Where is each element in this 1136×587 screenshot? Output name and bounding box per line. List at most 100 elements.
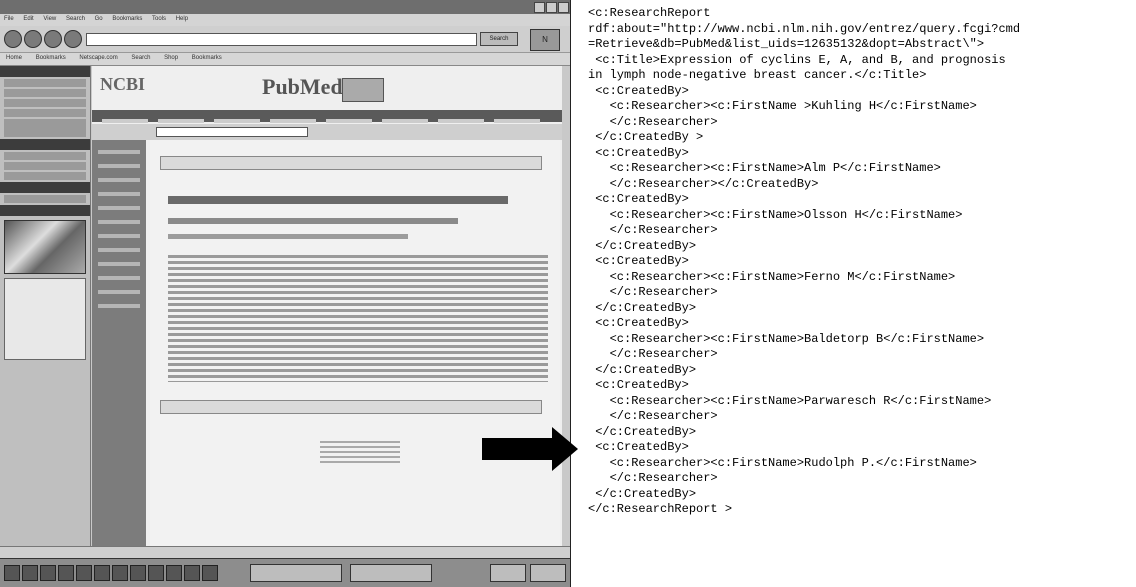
bookmark-item[interactable]: Shop [164, 55, 178, 61]
nav-link[interactable] [326, 119, 372, 123]
menu-item[interactable]: Edit [23, 16, 33, 22]
window-titlebar [0, 0, 570, 14]
nav-link[interactable] [98, 150, 140, 154]
nav-link[interactable] [98, 248, 140, 252]
close-icon[interactable] [558, 2, 569, 13]
stop-icon[interactable] [64, 30, 82, 48]
sidebar-item[interactable] [4, 99, 86, 107]
taskbar-icon[interactable] [184, 565, 200, 581]
nav-link[interactable] [98, 220, 140, 224]
nav-link[interactable] [102, 119, 148, 123]
menu-item[interactable]: Tools [152, 16, 166, 22]
forward-icon[interactable] [24, 30, 42, 48]
xml-line: </c:Researcher> [588, 347, 718, 361]
xml-line: <c:Title>Expression of cyclins E, A, and… [588, 52, 1006, 67]
nav-link[interactable] [214, 119, 260, 123]
menu-item[interactable]: Go [95, 16, 103, 22]
xml-line: <c:CreatedBy> [588, 440, 689, 454]
bookmark-item[interactable]: Bookmarks [36, 55, 66, 61]
navigation-toolbar: Search N [0, 26, 570, 53]
xml-line: </c:CreatedBy> [588, 362, 697, 377]
page-footer [320, 438, 400, 464]
nav-link[interactable] [98, 206, 140, 210]
taskbar-window-button[interactable] [250, 564, 342, 582]
minimize-icon[interactable] [534, 2, 545, 13]
menu-item[interactable]: Bookmarks [112, 16, 142, 22]
taskbar-icon[interactable] [166, 565, 182, 581]
pubmed-nav-strip [92, 110, 562, 123]
xml-line: <c:CreatedBy> [588, 145, 689, 160]
sidebar-header [0, 139, 90, 150]
sidebar-item[interactable] [4, 162, 86, 170]
xml-line: <c:CreatedBy> [588, 316, 689, 330]
article-authors[interactable] [168, 218, 458, 224]
bookmark-item[interactable]: Home [6, 55, 22, 61]
nav-link[interactable] [98, 290, 140, 294]
taskbar-icon[interactable] [112, 565, 128, 581]
sidebar-item[interactable] [4, 109, 86, 117]
taskbar-icon[interactable] [22, 565, 38, 581]
nav-link[interactable] [98, 262, 140, 266]
display-options-bar-bottom[interactable] [160, 400, 542, 414]
xml-line: <c:Researcher><c:FirstName>Ferno M</c:Fi… [588, 269, 956, 284]
nav-link[interactable] [98, 234, 140, 238]
start-icon[interactable] [4, 565, 20, 581]
nav-link[interactable] [494, 119, 540, 123]
sidebar-image [4, 220, 86, 274]
xml-line: </c:CreatedBy> [588, 424, 697, 439]
sidebar-item[interactable] [4, 172, 86, 180]
maximize-icon[interactable] [546, 2, 557, 13]
xml-line: rdf:about="http://www.ncbi.nlm.nih.gov/e… [588, 21, 1021, 36]
sidebar-item[interactable] [4, 79, 86, 87]
bookmark-item[interactable]: Bookmarks [192, 55, 222, 61]
nav-link[interactable] [98, 304, 140, 308]
nav-link[interactable] [98, 192, 140, 196]
nav-link[interactable] [382, 119, 428, 123]
reload-icon[interactable] [44, 30, 62, 48]
xml-line: </c:Researcher> [588, 223, 718, 237]
menu-bar: File Edit View Search Go Bookmarks Tools… [0, 14, 570, 26]
pubmed-search-input[interactable] [156, 127, 308, 137]
bookmark-item[interactable]: Search [131, 55, 150, 61]
taskbar-icon[interactable] [94, 565, 110, 581]
national-library-logo [342, 78, 384, 102]
sidebar-item[interactable] [4, 152, 86, 160]
nav-link[interactable] [98, 178, 140, 182]
search-button[interactable]: Search [480, 32, 518, 46]
back-icon[interactable] [4, 30, 22, 48]
address-bar[interactable] [86, 33, 477, 46]
taskbar-icon[interactable] [202, 565, 218, 581]
taskbar-icon[interactable] [58, 565, 74, 581]
clock [530, 564, 566, 582]
bookmark-item[interactable]: Netscape.com [79, 55, 117, 61]
menu-item[interactable]: File [4, 16, 14, 22]
taskbar-icon[interactable] [40, 565, 56, 581]
nav-link[interactable] [98, 276, 140, 280]
xml-line: </c:CreatedBy> [588, 300, 697, 315]
xml-line: <c:CreatedBy> [588, 378, 689, 392]
sidebar-item[interactable] [4, 195, 86, 203]
pubmed-search-row [92, 124, 562, 140]
sidebar-item[interactable] [4, 89, 86, 97]
bookmarks-bar: Home Bookmarks Netscape.com Search Shop … [0, 53, 570, 66]
menu-item[interactable]: Help [176, 16, 188, 22]
taskbar-icon[interactable] [148, 565, 164, 581]
nav-link[interactable] [438, 119, 484, 123]
menu-item[interactable]: View [43, 16, 56, 22]
nav-link[interactable] [98, 164, 140, 168]
taskbar-icon[interactable] [130, 565, 146, 581]
xml-line: <c:Researcher><c:FirstName>Parwaresch R<… [588, 393, 992, 408]
ncbi-logo[interactable]: NCBI [100, 74, 145, 95]
nav-link[interactable] [158, 119, 204, 123]
xml-line: </c:Researcher> [588, 471, 718, 485]
pubmed-logo[interactable]: PubMed [262, 74, 343, 100]
xml-line: <c:Researcher><c:FirstName>Baldetorp B</… [588, 331, 985, 346]
taskbar-icon[interactable] [76, 565, 92, 581]
menu-item[interactable]: Search [66, 16, 85, 22]
taskbar-window-button[interactable] [350, 564, 432, 582]
nav-link[interactable] [270, 119, 316, 123]
xml-line: in lymph node-negative breast cancer.</c… [588, 68, 927, 82]
sidebar-header [0, 66, 90, 77]
display-options-bar[interactable] [160, 156, 542, 170]
xml-line: </c:Researcher></c:CreatedBy> [588, 176, 819, 191]
